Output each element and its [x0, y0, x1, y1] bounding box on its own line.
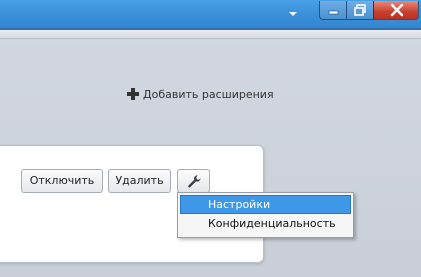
wrench-icon: [188, 175, 201, 188]
minimize-icon: [328, 10, 339, 15]
disable-button[interactable]: Отключить: [21, 169, 103, 193]
toolbar-edge: [0, 30, 421, 39]
title-bar: [0, 0, 421, 28]
restore-button[interactable]: [346, 1, 373, 20]
menu-item-settings[interactable]: Настройки: [180, 195, 351, 214]
extension-options-menu: Настройки Конфиденциальность: [177, 192, 354, 238]
chevron-down-icon[interactable]: [286, 7, 300, 21]
plus-icon: [127, 88, 139, 100]
close-icon: [390, 3, 404, 17]
close-button[interactable]: [373, 1, 419, 20]
remove-button[interactable]: Удалить: [108, 169, 171, 193]
restore-icon: [354, 4, 366, 16]
minimize-button[interactable]: [319, 1, 346, 20]
add-extensions-label: Добавить расширения: [143, 87, 274, 101]
add-extensions-link[interactable]: Добавить расширения: [127, 86, 274, 102]
tools-button[interactable]: [177, 169, 210, 193]
menu-item-privacy[interactable]: Конфиденциальность: [180, 214, 351, 233]
